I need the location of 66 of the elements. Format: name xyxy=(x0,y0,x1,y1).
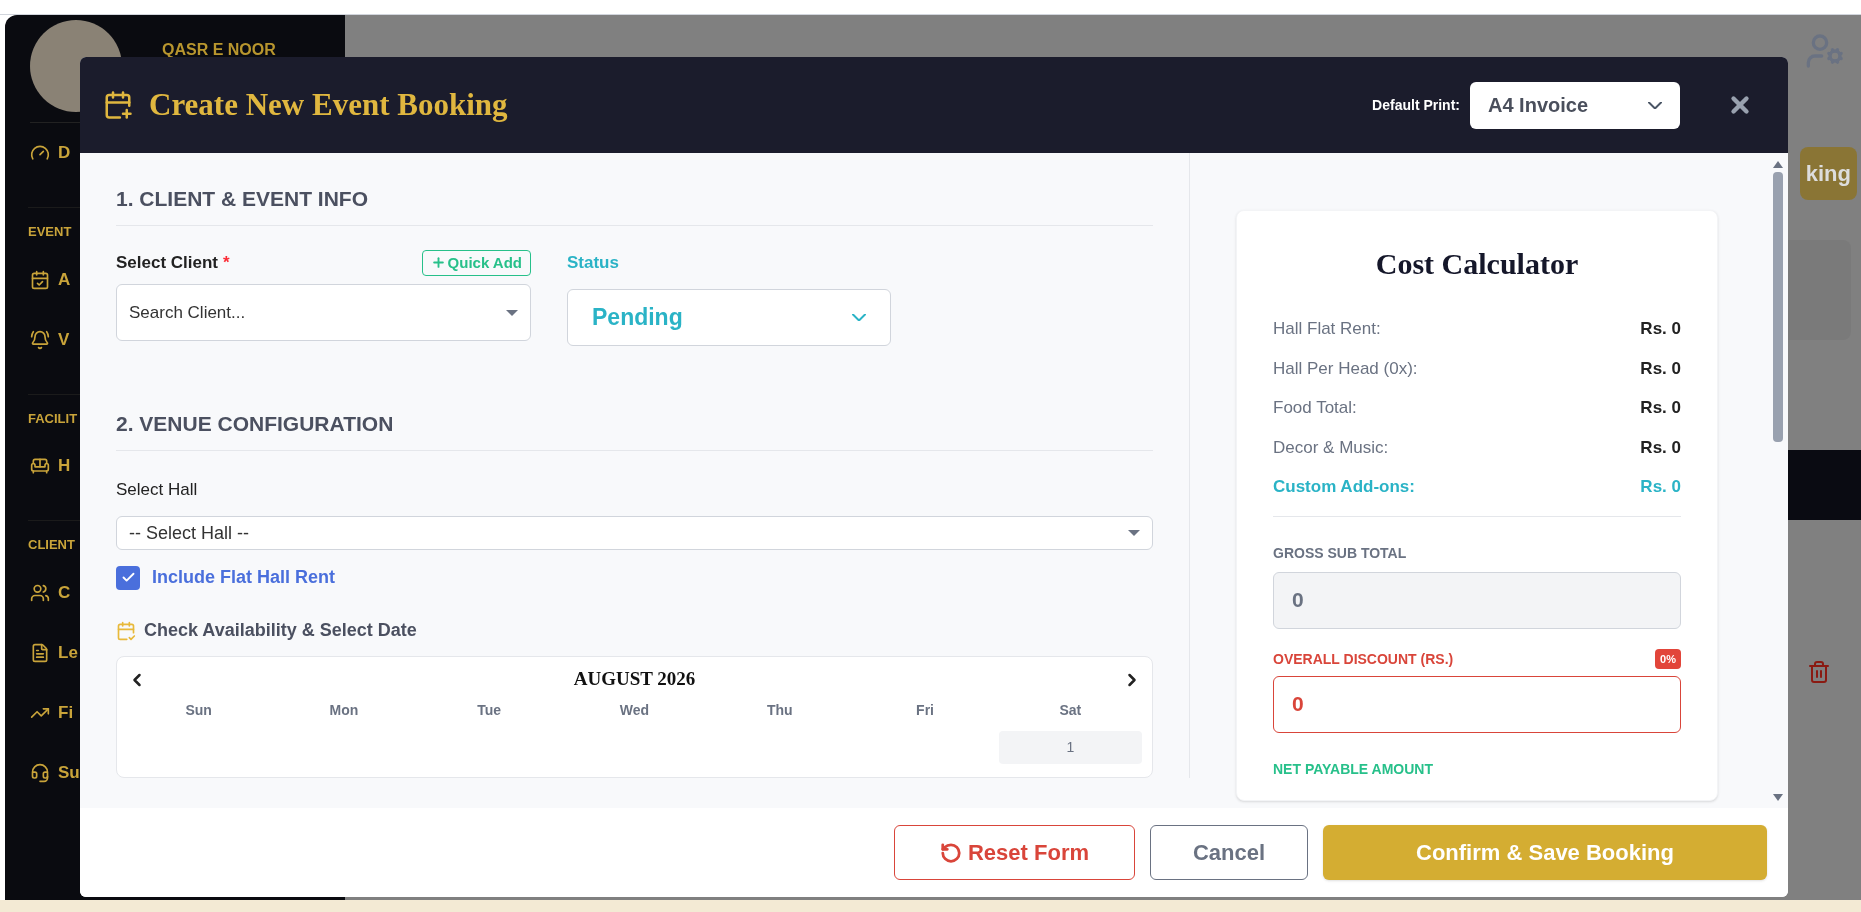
cost-value: Rs. 0 xyxy=(1640,476,1681,498)
calendar-day[interactable]: 1 xyxy=(998,730,1142,764)
weekday-label: Sun xyxy=(184,700,213,720)
net-payable-label: NET PAYABLE AMOUNT xyxy=(1273,759,1434,779)
calendar-plus-icon xyxy=(103,90,133,120)
gauge-icon[interactable] xyxy=(30,143,50,163)
required-mark: * xyxy=(223,252,230,274)
calendar-icon[interactable] xyxy=(30,269,50,290)
section-heading: 1. CLIENT & EVENT INFO xyxy=(116,183,1153,226)
brand-name: QASR E NOOR xyxy=(162,40,276,60)
weekday-label: Tue xyxy=(476,700,503,720)
weekday-label: Fri xyxy=(915,700,935,720)
nav-item[interactable]: C xyxy=(58,579,71,606)
field-label: Status xyxy=(567,251,620,274)
hall-select[interactable]: -- Select Hall -- xyxy=(116,516,1153,551)
gross-total-label: GROSS SUB TOTAL xyxy=(1273,543,1408,563)
cancel-button[interactable]: Cancel xyxy=(1150,825,1308,880)
field-label: Select Client xyxy=(116,252,219,274)
cost-label: Hall Flat Rent: xyxy=(1273,318,1381,340)
users-icon[interactable] xyxy=(30,582,50,603)
nav-item[interactable]: V xyxy=(58,326,70,353)
plus-icon xyxy=(430,255,446,271)
bell-icon[interactable] xyxy=(30,329,50,350)
cost-value: Rs. 0 xyxy=(1640,318,1681,340)
weekday-label: Thu xyxy=(765,700,794,720)
cost-label: Custom Add-ons: xyxy=(1273,476,1415,498)
reset-form-button[interactable]: Reset Form xyxy=(894,825,1135,880)
cost-value: Rs. 0 xyxy=(1640,397,1681,419)
cost-value: Rs. 0 xyxy=(1640,436,1681,459)
chevron-down-icon xyxy=(852,314,866,321)
modal-title: Create New Event Booking xyxy=(149,85,508,124)
client-search-select[interactable]: Search Client... xyxy=(116,284,531,341)
calendar-check-icon xyxy=(116,620,136,641)
caret-icon xyxy=(1128,530,1140,537)
nav-item[interactable]: D xyxy=(58,140,71,166)
availability-label: Check Availability & Select Date xyxy=(144,619,417,643)
cost-label: Decor & Music: xyxy=(1273,436,1389,459)
cost-value: Rs. 0 xyxy=(1640,357,1681,380)
cost-label: Food Total: xyxy=(1273,397,1357,419)
section-heading: 2. VENUE CONFIGURATION xyxy=(116,408,1153,451)
weekday-label: Sat xyxy=(1058,700,1083,720)
field-label: Select Hall xyxy=(116,478,199,501)
weekday-label: Wed xyxy=(618,700,651,720)
document-icon[interactable] xyxy=(30,642,50,663)
discount-percent-badge: 0% xyxy=(1655,648,1681,670)
sofa-icon[interactable] xyxy=(30,456,50,476)
nav-item[interactable]: A xyxy=(58,266,71,293)
nav-item[interactable]: Fi xyxy=(58,699,74,726)
calendar-month: AUGUST 2026 xyxy=(573,667,696,692)
default-print-label: Default Print: xyxy=(1372,95,1460,115)
calculator-title: Cost Calculator xyxy=(1374,246,1580,282)
cost-label: Hall Per Head (0x): xyxy=(1273,357,1418,380)
nav-item[interactable]: Su xyxy=(58,759,80,786)
print-format-select[interactable]: A4 Invoice xyxy=(1470,81,1680,129)
undo-icon xyxy=(939,841,962,864)
caret-icon xyxy=(506,309,518,316)
weekday-label: Mon xyxy=(328,700,360,720)
discount-field[interactable]: 0 xyxy=(1273,675,1681,733)
checkbox-label[interactable]: Include Flat Hall Rent xyxy=(152,564,336,592)
checkbox[interactable] xyxy=(116,565,140,590)
chevron-down-icon xyxy=(1648,101,1662,109)
headset-icon[interactable] xyxy=(30,762,50,783)
nav-item[interactable]: H xyxy=(58,453,71,479)
nav-item[interactable]: Le xyxy=(58,639,78,666)
gross-total-field[interactable]: 0 xyxy=(1273,571,1681,629)
discount-label: OVERALL DISCOUNT (RS.) xyxy=(1273,649,1454,669)
